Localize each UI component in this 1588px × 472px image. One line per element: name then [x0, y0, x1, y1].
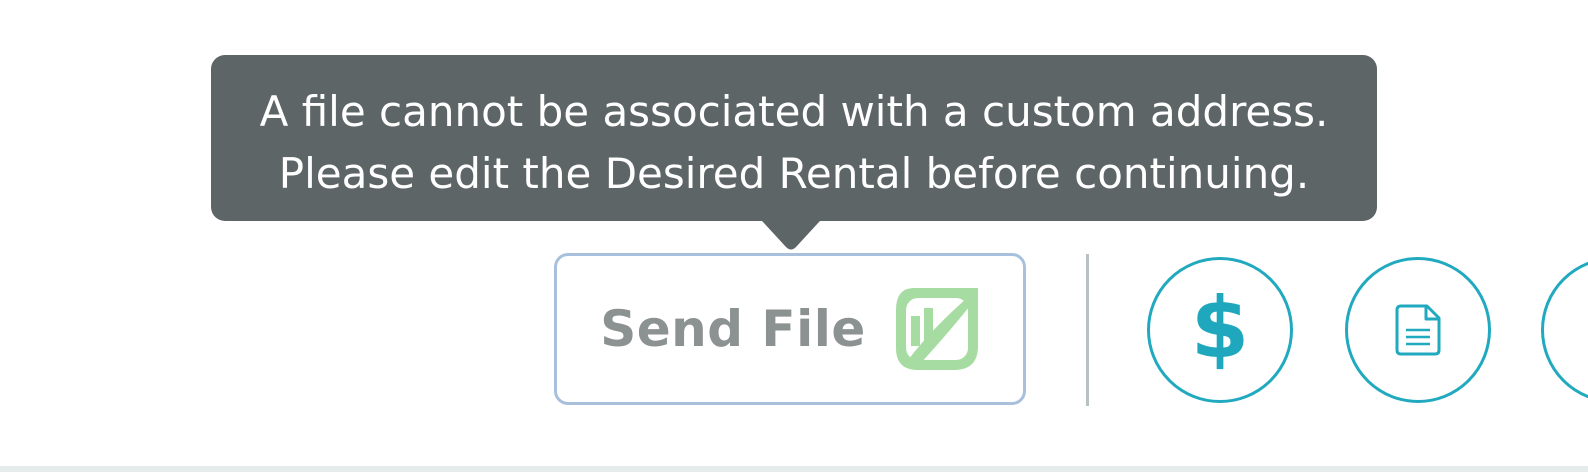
brand-logo-icon	[895, 288, 978, 370]
divider	[1086, 254, 1089, 406]
send-file-label: Send File	[600, 300, 866, 358]
more-actions-button[interactable]	[1541, 257, 1588, 403]
tooltip-arrow	[759, 218, 823, 250]
bottom-bar	[0, 466, 1588, 472]
tooltip: A file cannot be associated with a custo…	[211, 55, 1377, 221]
screen: A file cannot be associated with a custo…	[0, 0, 1588, 472]
payment-button[interactable]: $	[1147, 257, 1293, 403]
dollar-icon: $	[1190, 279, 1250, 377]
tooltip-line-2: Please edit the Desired Rental before co…	[278, 149, 1310, 198]
tooltip-line-1: A file cannot be associated with a custo…	[259, 87, 1329, 136]
document-button[interactable]	[1345, 257, 1491, 403]
document-icon	[1395, 304, 1441, 356]
send-file-button[interactable]: Send File	[554, 253, 1026, 405]
